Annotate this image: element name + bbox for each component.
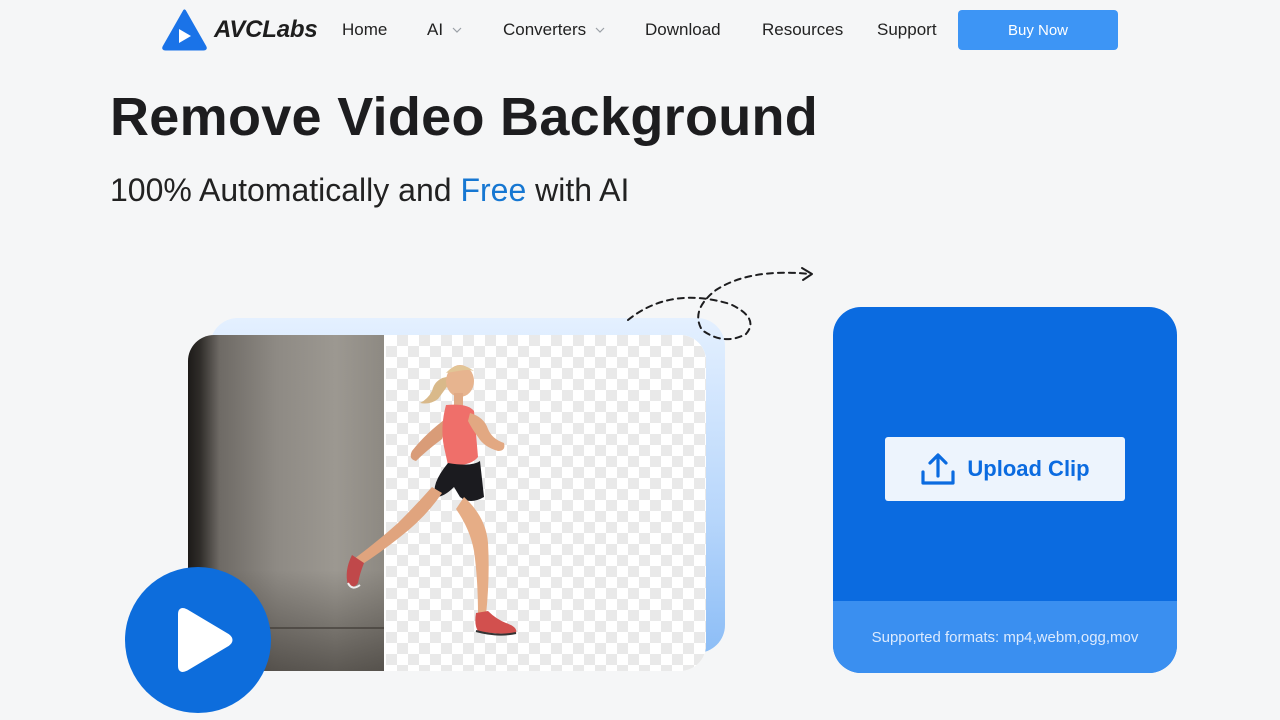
nav-ai-label: AI xyxy=(427,20,444,39)
brand-logo[interactable]: AVCLabs xyxy=(162,9,318,51)
runner-figure xyxy=(346,365,517,636)
supported-formats-bar: Supported formats: mp4,webm,ogg,mov xyxy=(833,601,1177,673)
chevron-down-icon xyxy=(595,27,605,33)
play-video-button[interactable] xyxy=(125,567,271,713)
nav-home[interactable]: Home xyxy=(342,18,387,42)
nav-support[interactable]: Support xyxy=(877,18,937,42)
subtitle-free-highlight: Free xyxy=(460,172,527,208)
site-header: AVCLabs Home AI Converters Download Reso… xyxy=(0,0,1280,60)
upload-icon xyxy=(921,453,955,485)
subtitle-text-before: 100% Automatically and xyxy=(110,172,461,208)
page-title: Remove Video Background xyxy=(110,87,819,147)
nav-resources-label: Resources xyxy=(762,20,844,39)
nav-home-label: Home xyxy=(342,20,388,39)
avclabs-logo-icon xyxy=(162,9,207,51)
nav-support-label: Support xyxy=(877,20,937,39)
buy-now-button[interactable]: Buy Now xyxy=(958,10,1118,50)
dashed-arrow-icon xyxy=(627,267,813,341)
nav-converters[interactable]: Converters xyxy=(503,18,605,42)
subtitle-text-after: with AI xyxy=(526,172,630,208)
page-subtitle: 100% Automatically and Free with AI xyxy=(110,172,629,209)
upload-clip-label: Upload Clip xyxy=(967,456,1090,481)
nav-ai[interactable]: AI xyxy=(427,18,462,42)
upload-panel[interactable]: Upload Clip Supported formats: mp4,webm,… xyxy=(833,307,1177,673)
upload-clip-button[interactable]: Upload Clip xyxy=(885,437,1125,501)
play-icon xyxy=(178,608,233,672)
nav-download[interactable]: Download xyxy=(645,18,721,42)
nav-converters-label: Converters xyxy=(503,20,587,39)
supported-formats-text: Supported formats: mp4,webm,ogg,mov xyxy=(871,628,1139,646)
chevron-down-icon xyxy=(452,27,462,33)
nav-resources[interactable]: Resources xyxy=(762,18,843,42)
nav-download-label: Download xyxy=(645,20,721,39)
brand-name: AVCLabs xyxy=(214,16,318,43)
